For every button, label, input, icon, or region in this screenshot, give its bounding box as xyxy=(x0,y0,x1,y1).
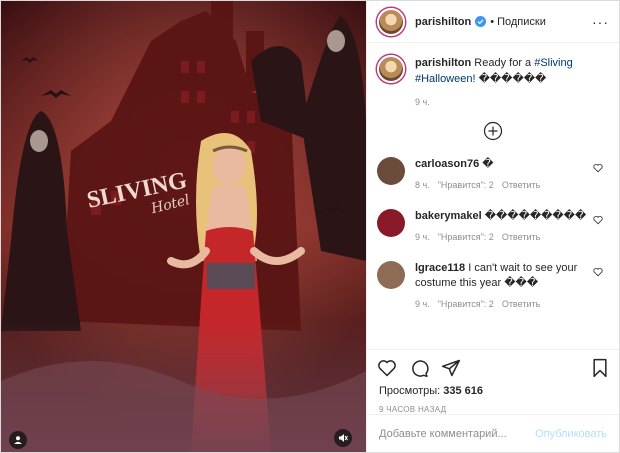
comment-button[interactable] xyxy=(409,358,429,378)
commenter-avatar[interactable] xyxy=(377,209,405,237)
views-value: 335 616 xyxy=(443,385,484,397)
comment-item: bakerymakel ��������� 9 ч. "Нравится": 2 О… xyxy=(377,209,609,245)
comment-meta: 8 ч. "Нравится": 2 Ответить xyxy=(415,178,587,193)
halloween-poster-image: SLIVING Hotel xyxy=(1,1,366,452)
like-comment-heart-icon[interactable] xyxy=(593,215,603,225)
heart-icon xyxy=(378,359,396,376)
author-avatar[interactable] xyxy=(377,7,405,36)
follow-separator: • xyxy=(490,15,495,28)
comments-list: parishilton Ready for a #Sliving #Hallowe… xyxy=(367,43,619,349)
post-sidebar: parishilton • Подписки ··· parishilton R… xyxy=(366,1,619,452)
author-username[interactable]: parishilton xyxy=(415,16,471,28)
comment-likes[interactable]: "Нравится": 2 xyxy=(438,232,494,242)
plus-circle-icon xyxy=(483,121,503,141)
comment-input[interactable] xyxy=(379,427,536,440)
hashtag-sliving[interactable]: #Sliving xyxy=(534,57,573,69)
reply-button[interactable]: Ответить xyxy=(502,299,540,309)
more-options-button[interactable]: ··· xyxy=(592,14,609,30)
caption-time: 9 ч. xyxy=(415,97,430,107)
caption-prefix: Ready for a xyxy=(471,57,535,69)
mute-button[interactable] xyxy=(334,429,352,447)
add-comment-bar: Опубликовать xyxy=(367,414,619,452)
reply-button[interactable]: Ответить xyxy=(502,180,540,190)
muted-speaker-icon xyxy=(339,434,348,442)
posted-time[interactable]: 9 ЧАСОВ НАЗАД xyxy=(367,397,619,414)
hashtag-halloween[interactable]: #Halloween! xyxy=(415,73,476,85)
comment-time: 8 ч. xyxy=(415,180,430,190)
instagram-post: SLIVING Hotel parishilton • Подписки ···… xyxy=(0,0,620,453)
comment-likes[interactable]: "Нравится": 2 xyxy=(438,299,494,309)
verified-badge-icon xyxy=(475,16,487,27)
comment-item: carloason76 � 8 ч. "Нравится": 2 Ответить xyxy=(377,157,609,193)
paper-plane-icon xyxy=(441,359,461,376)
views-label: Просмотры: xyxy=(379,385,441,397)
comment-item: lgrace118 I can't wait to see your costu… xyxy=(377,261,609,312)
comment-text: ��������� xyxy=(481,210,587,222)
like-comment-heart-icon[interactable] xyxy=(593,163,603,173)
load-more-comments-button[interactable] xyxy=(377,121,609,141)
save-button[interactable] xyxy=(591,358,609,378)
commenter-avatar[interactable] xyxy=(377,261,405,289)
caption-username[interactable]: parishilton xyxy=(415,57,471,69)
like-comment-heart-icon[interactable] xyxy=(593,267,603,277)
post-image[interactable]: SLIVING Hotel xyxy=(1,1,366,452)
caption-text: parishilton Ready for a #Sliving #Hallowe… xyxy=(415,55,595,87)
caption-avatar[interactable] xyxy=(377,55,405,83)
comment-likes[interactable]: "Нравится": 2 xyxy=(438,180,494,190)
caption-emoji: ������ xyxy=(475,73,547,85)
like-button[interactable] xyxy=(377,358,397,378)
views-count[interactable]: Просмотры: 335 616 xyxy=(367,385,619,397)
reply-button[interactable]: Ответить xyxy=(502,232,540,242)
comment-time: 9 ч. xyxy=(415,299,430,309)
comment-time: 9 ч. xyxy=(415,232,430,242)
commenter-username[interactable]: carloason76 xyxy=(415,158,479,170)
caption: parishilton Ready for a #Sliving #Hallowe… xyxy=(377,55,609,87)
comment-text: � xyxy=(479,158,494,170)
comment-bubble-icon xyxy=(412,359,429,377)
commenter-avatar[interactable] xyxy=(377,157,405,185)
commenter-username[interactable]: bakerymakel xyxy=(415,210,482,222)
commenter-username[interactable]: lgrace118 xyxy=(415,262,465,274)
person-icon xyxy=(14,436,22,444)
share-button[interactable] xyxy=(441,358,461,378)
post-actions xyxy=(367,349,619,385)
publish-button[interactable]: Опубликовать xyxy=(535,428,607,440)
following-button[interactable]: Подписки xyxy=(497,16,546,28)
bookmark-icon xyxy=(593,358,607,377)
comment-meta: 9 ч. "Нравится": 2 Ответить xyxy=(415,230,587,245)
comment-meta: 9 ч. "Нравится": 2 Ответить xyxy=(415,297,587,312)
post-header: parishilton • Подписки ··· xyxy=(367,1,619,43)
user-tags-button[interactable] xyxy=(9,431,27,449)
